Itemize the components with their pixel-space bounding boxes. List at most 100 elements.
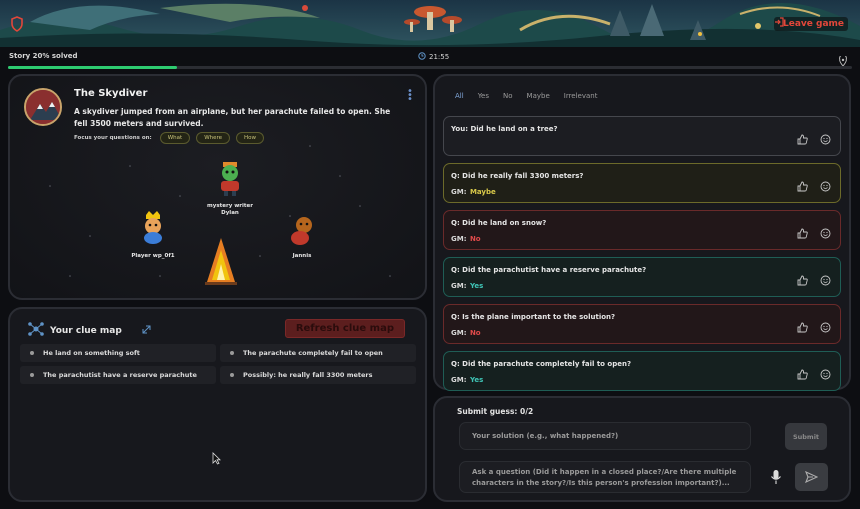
clue-item: He land on something soft [20,344,216,362]
pin-icon[interactable] [839,52,847,67]
gm-label: GM: [451,235,467,243]
qa-actions [797,177,831,196]
clue-map-header: Your clue map [28,321,151,340]
shield-icon [10,16,24,32]
refresh-clue-map-button[interactable]: Refresh clue map [284,319,405,338]
qa-actions [797,271,831,290]
avatar [291,217,312,245]
story-title: The Skydiver [74,88,148,99]
qa-actions [797,365,831,384]
focus-chip-how[interactable]: How [236,132,265,144]
smile-icon[interactable] [820,130,831,149]
clue-map-panel: Your clue map Refresh clue map He land o… [8,307,427,502]
thumbs-up-icon[interactable] [797,271,808,290]
send-icon [804,468,819,487]
progress-label: Story 20% solved [9,52,78,60]
clue-list: He land on something soft The parachute … [20,344,416,384]
question-text: Q: Did he really fall 3300 meters? [451,172,584,180]
thumbs-up-icon[interactable] [797,224,808,243]
leave-game-button[interactable]: Leave game [773,17,848,31]
bullet-icon [230,351,234,355]
smile-icon[interactable] [820,271,831,290]
clue-map-title: Your clue map [50,325,122,336]
clue-text: Possibly: he really fall 3300 meters [243,371,373,379]
answer-badge: Yes [469,376,484,384]
thumbs-up-icon[interactable] [797,177,808,196]
gm-answer: GM: Maybe [451,188,496,196]
story-text: A skydiver jumped from an airplane, but … [74,107,391,128]
gm-label: GM: [451,188,467,196]
tab-all[interactable]: All [455,92,464,100]
smile-icon[interactable] [820,177,831,196]
avatar [144,211,162,244]
answer-badge: No [469,329,481,337]
expand-icon[interactable] [142,325,151,337]
progress-fill [8,66,177,69]
gm-label: GM: [451,282,467,290]
answer-badge: Maybe [469,188,496,196]
mouse-cursor-icon [212,452,221,465]
tab-yes[interactable]: Yes [478,92,489,100]
question-text: Q: Did he land on snow? [451,219,547,227]
input-panel: Submit guess: 0/2 Your solution (e.g., w… [433,396,851,502]
qa-entry: Q: Is the plane important to the solutio… [443,304,841,344]
story-avatar [24,88,62,126]
thumbs-up-icon[interactable] [797,130,808,149]
bullet-icon [230,373,234,377]
gm-answer: GM: Yes [451,282,483,290]
banner-artwork [0,0,860,47]
guess-counter: Submit guess: 0/2 [457,407,534,416]
mic-icon[interactable] [770,469,782,485]
qa-entry: Q: Did he really fall 3300 meters? GM: M… [443,163,841,203]
tab-maybe[interactable]: Maybe [527,92,550,100]
submit-button[interactable]: Submit [785,423,827,450]
player-avatar-dylan[interactable]: mystery writer Dylan [200,161,260,217]
focus-row: Focus your questions on: What Where How [74,132,265,144]
player-name: mystery writer Dylan [207,203,253,216]
clock-icon [418,52,426,62]
qa-entry: You: Did he land on a tree? [443,116,841,156]
gm-answer: GM: No [451,235,481,243]
smile-icon[interactable] [820,224,831,243]
gm-answer: GM: No [451,329,481,337]
player-name: Player wp_0f1 [131,253,175,259]
smile-icon[interactable] [820,365,831,384]
qa-actions [797,318,831,337]
clue-item: The parachutist have a reserve parachute [20,366,216,384]
question-text: Q: Did the parachutist have a reserve pa… [451,266,647,274]
clue-item: The parachute completely fail to open [220,344,416,362]
answer-badge: Yes [469,282,484,290]
clue-text: He land on something soft [43,349,140,357]
send-button[interactable] [795,463,828,491]
gm-answer: GM: Yes [451,376,483,384]
focus-chip-what[interactable]: What [159,132,191,144]
player-avatar-wp[interactable]: Player wp_0f1 [118,211,188,260]
question-text: Q: Did the parachute completely fail to … [451,360,632,368]
focus-chip-where[interactable]: Where [196,132,231,144]
gm-label: GM: [451,329,467,337]
tab-no[interactable]: No [503,92,513,100]
qa-entry: Q: Did the parachutist have a reserve pa… [443,257,841,297]
timer-value: 21:55 [429,53,450,61]
solution-input[interactable]: Your solution (e.g., what happened?) [459,422,751,450]
qa-panel: All Yes No Maybe Irrelevant You: Did he … [433,74,851,391]
qa-actions [797,130,831,149]
clue-text: The parachutist have a reserve parachute [43,371,197,379]
answer-filter-tabs: All Yes No Maybe Irrelevant [455,92,597,100]
player-name: Jannis [292,253,312,259]
kebab-icon[interactable]: • • • [407,87,413,105]
bullet-icon [30,351,34,355]
clue-text: The parachute completely fail to open [243,349,383,357]
tab-irrelevant[interactable]: Irrelevant [564,92,598,100]
avatar [221,162,239,196]
player-avatar-jannis[interactable]: Jannis [282,213,322,260]
question-input[interactable]: Ask a question (Did it happen in a close… [459,461,751,493]
bullet-icon [30,373,34,377]
smile-icon[interactable] [820,318,831,337]
thumbs-up-icon[interactable] [797,365,808,384]
campfire-icon [205,238,237,285]
gm-label: GM: [451,376,467,384]
qa-actions [797,224,831,243]
thumbs-up-icon[interactable] [797,318,808,337]
network-icon [28,321,44,340]
